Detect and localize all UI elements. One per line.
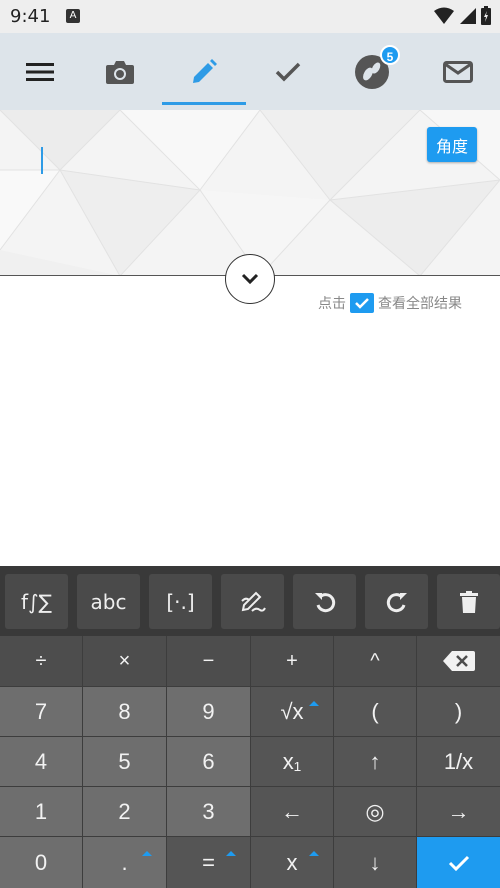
handwrite-tab-button[interactable] bbox=[164, 33, 244, 110]
results-prefix: 点击 bbox=[318, 296, 346, 312]
steps-button[interactable]: 5 bbox=[332, 33, 412, 110]
cursor-down-key[interactable]: ↓ bbox=[334, 837, 416, 888]
clear-key[interactable] bbox=[437, 574, 500, 629]
sqrt-label: √x bbox=[280, 698, 304, 724]
handwrite-icon bbox=[240, 591, 266, 612]
digit-3-key[interactable]: 3 bbox=[167, 787, 250, 836]
cursor-home-key[interactable]: ◎ bbox=[334, 787, 416, 836]
power-key[interactable]: ^ bbox=[334, 636, 416, 686]
background-pattern bbox=[0, 110, 500, 275]
close-paren-key[interactable]: ) bbox=[417, 687, 500, 736]
variable-label: x bbox=[286, 849, 298, 875]
keyboard-function-row: f∫∑ abc [·.] bbox=[0, 566, 500, 636]
active-tab-indicator bbox=[162, 102, 246, 105]
digit-7-key[interactable]: 7 bbox=[0, 687, 82, 736]
variable-x-key[interactable]: x bbox=[251, 837, 333, 888]
battery-icon bbox=[481, 6, 491, 25]
digit-9-key[interactable]: 9 bbox=[167, 687, 250, 736]
backspace-key[interactable] bbox=[417, 636, 500, 686]
submit-key[interactable] bbox=[417, 837, 500, 888]
digit-5-key[interactable]: 5 bbox=[83, 737, 166, 786]
signal-icon bbox=[460, 8, 476, 24]
text-cursor bbox=[41, 147, 43, 174]
keypad: ÷ × − + ^ 7 8 9 √x ( ) 4 5 6 x₁ ↑ 1/x 1 … bbox=[0, 636, 500, 888]
status-icons bbox=[434, 6, 492, 26]
wifi-icon bbox=[434, 7, 454, 24]
handwrite-key[interactable] bbox=[221, 574, 284, 629]
divide-key[interactable]: ÷ bbox=[0, 636, 82, 686]
angle-mode-button[interactable]: 角度 bbox=[427, 127, 477, 162]
digit-4-key[interactable]: 4 bbox=[0, 737, 82, 786]
digit-8-key[interactable]: 8 bbox=[83, 687, 166, 736]
more-indicator bbox=[142, 851, 152, 856]
equals-key[interactable]: = bbox=[167, 837, 250, 888]
chevron-down-icon bbox=[241, 273, 259, 285]
check-tab-button[interactable] bbox=[248, 33, 328, 110]
undo-key[interactable] bbox=[293, 574, 356, 629]
cursor-up-key[interactable]: ↑ bbox=[334, 737, 416, 786]
redo-key[interactable] bbox=[365, 574, 428, 629]
minus-key[interactable]: − bbox=[167, 636, 250, 686]
decimal-label: . bbox=[121, 849, 128, 875]
trash-icon bbox=[459, 590, 478, 613]
more-indicator bbox=[309, 851, 319, 856]
pencil-icon bbox=[193, 58, 217, 83]
more-indicator bbox=[226, 851, 236, 856]
cursor-right-key[interactable]: → bbox=[417, 787, 500, 836]
backspace-icon bbox=[442, 651, 475, 671]
matrix-key[interactable]: [·.] bbox=[149, 574, 212, 629]
open-paren-key[interactable]: ( bbox=[334, 687, 416, 736]
steps-badge: 5 bbox=[380, 45, 400, 65]
checkmark-icon bbox=[448, 855, 469, 871]
results-suffix: 查看全部结果 bbox=[378, 296, 462, 312]
menu-icon bbox=[26, 62, 54, 81]
checkmark-icon bbox=[275, 62, 301, 81]
equals-label: = bbox=[202, 849, 215, 875]
mail-icon bbox=[443, 60, 473, 83]
plus-key[interactable]: + bbox=[251, 636, 333, 686]
cursor-left-key[interactable]: ← bbox=[251, 787, 333, 836]
reciprocal-key[interactable]: 1/x bbox=[417, 737, 500, 786]
camera-button[interactable] bbox=[80, 33, 160, 110]
more-indicator bbox=[309, 701, 319, 706]
expand-button[interactable] bbox=[225, 254, 275, 304]
notification-icon: A bbox=[66, 9, 80, 23]
redo-icon bbox=[386, 592, 407, 612]
status-time: 9:41 bbox=[10, 6, 51, 27]
digit-6-key[interactable]: 6 bbox=[167, 737, 250, 786]
mail-button[interactable] bbox=[418, 33, 498, 110]
multiply-key[interactable]: × bbox=[83, 636, 166, 686]
digit-2-key[interactable]: 2 bbox=[83, 787, 166, 836]
camera-icon bbox=[106, 60, 134, 84]
digit-0-key[interactable]: 0 bbox=[0, 837, 82, 888]
decimal-key[interactable]: . bbox=[83, 837, 166, 888]
menu-button[interactable] bbox=[0, 33, 80, 110]
results-checkbox[interactable] bbox=[350, 293, 374, 313]
digit-1-key[interactable]: 1 bbox=[0, 787, 82, 836]
checkmark-icon bbox=[355, 298, 369, 309]
undo-icon bbox=[314, 592, 335, 612]
sqrt-key[interactable]: √x bbox=[251, 687, 333, 736]
math-input-area[interactable] bbox=[0, 110, 500, 276]
abc-key[interactable]: abc bbox=[77, 574, 140, 629]
functions-key[interactable]: f∫∑ bbox=[5, 574, 68, 629]
status-bar: 9:41 A bbox=[0, 0, 500, 33]
subscript-key[interactable]: x₁ bbox=[251, 737, 333, 786]
view-all-results: 点击 查看全部结果 bbox=[318, 292, 462, 314]
top-toolbar: 5 bbox=[0, 33, 500, 110]
